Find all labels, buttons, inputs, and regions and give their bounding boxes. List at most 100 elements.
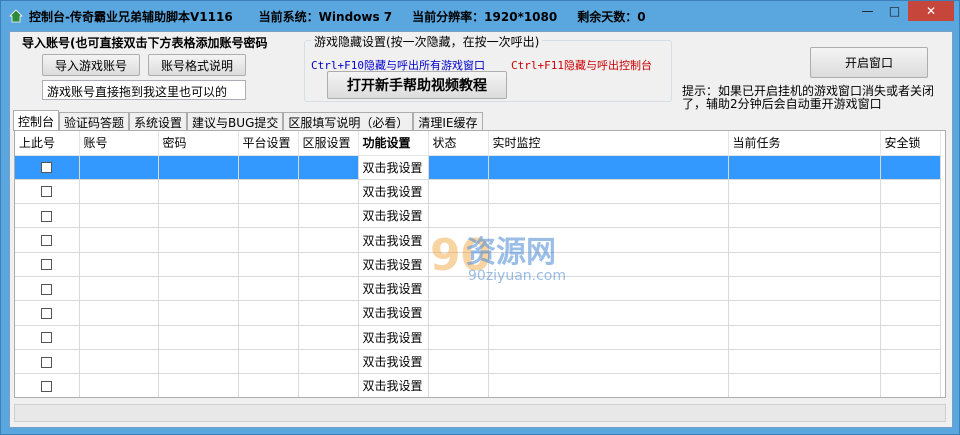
- table-cell[interactable]: [428, 227, 489, 253]
- row-select-cell[interactable]: [15, 300, 80, 326]
- table-cell[interactable]: [298, 252, 359, 277]
- row-select-cell[interactable]: [15, 179, 80, 205]
- function-setting-cell[interactable]: 双击我设置: [358, 349, 429, 375]
- table-cell[interactable]: [79, 349, 159, 375]
- table-cell[interactable]: [488, 325, 729, 350]
- table-cell[interactable]: [728, 325, 881, 350]
- table-cell[interactable]: [428, 252, 489, 277]
- table-cell[interactable]: [158, 373, 239, 397]
- table-cell[interactable]: [298, 276, 359, 302]
- table-cell[interactable]: [158, 325, 239, 350]
- table-row[interactable]: 双击我设置: [15, 227, 941, 253]
- tab-system-settings[interactable]: 系统设置: [129, 112, 188, 131]
- close-button[interactable]: ✕: [908, 1, 954, 21]
- col-header-platform[interactable]: 平台设置: [238, 131, 299, 156]
- row-checkbox[interactable]: [41, 210, 53, 222]
- table-cell[interactable]: [728, 179, 881, 205]
- row-checkbox[interactable]: [41, 307, 53, 319]
- table-cell[interactable]: [79, 276, 159, 302]
- row-select-cell[interactable]: [15, 252, 80, 277]
- row-select-cell[interactable]: [15, 227, 80, 253]
- table-cell[interactable]: [488, 373, 729, 397]
- table-cell[interactable]: [298, 325, 359, 350]
- table-cell[interactable]: [158, 227, 239, 253]
- table-cell[interactable]: [428, 325, 489, 350]
- table-cell[interactable]: [238, 203, 299, 229]
- col-header-password[interactable]: 密码: [158, 131, 239, 156]
- function-setting-cell[interactable]: 双击我设置: [358, 325, 429, 350]
- table-cell[interactable]: [880, 349, 941, 375]
- table-cell[interactable]: [238, 300, 299, 326]
- function-setting-cell[interactable]: 双击我设置: [358, 179, 429, 205]
- table-cell[interactable]: [79, 252, 159, 277]
- table-cell[interactable]: [158, 349, 239, 375]
- table-row[interactable]: 双击我设置: [15, 373, 941, 397]
- col-header-status[interactable]: 状态: [428, 131, 489, 156]
- col-header-task[interactable]: 当前任务: [728, 131, 881, 156]
- table-cell[interactable]: [158, 300, 239, 326]
- function-setting-cell[interactable]: 双击我设置: [358, 203, 429, 229]
- table-row[interactable]: 双击我设置: [15, 325, 941, 350]
- table-cell[interactable]: [238, 349, 299, 375]
- col-header-function[interactable]: 功能设置: [358, 131, 429, 156]
- table-cell[interactable]: [880, 276, 941, 302]
- function-setting-cell[interactable]: 双击我设置: [358, 227, 429, 253]
- account-grid[interactable]: 上此号 账号 密码 平台设置 区服设置 功能设置 状态 实时监控 当前任务 安全…: [14, 130, 946, 398]
- drag-accounts-field[interactable]: 游戏账号直接拖到我这里也可以的: [42, 80, 246, 100]
- table-cell[interactable]: [880, 300, 941, 326]
- row-checkbox[interactable]: [41, 235, 53, 247]
- row-select-cell[interactable]: [15, 203, 80, 229]
- table-row[interactable]: 双击我设置: [15, 349, 941, 375]
- table-cell[interactable]: [428, 373, 489, 397]
- table-cell[interactable]: [79, 227, 159, 253]
- maximize-button[interactable]: □: [881, 1, 908, 21]
- table-cell[interactable]: [79, 373, 159, 397]
- table-cell[interactable]: [158, 179, 239, 205]
- minimize-button[interactable]: —: [854, 1, 881, 21]
- table-cell[interactable]: [880, 179, 941, 205]
- table-cell[interactable]: [158, 252, 239, 277]
- table-cell[interactable]: [298, 155, 359, 180]
- open-tutorial-button[interactable]: 打开新手帮助视频教程: [327, 71, 507, 99]
- row-checkbox[interactable]: [41, 186, 53, 198]
- table-cell[interactable]: [488, 227, 729, 253]
- table-cell[interactable]: [428, 179, 489, 205]
- table-cell[interactable]: [298, 373, 359, 397]
- row-select-cell[interactable]: [15, 349, 80, 375]
- row-checkbox[interactable]: [41, 162, 53, 174]
- row-select-cell[interactable]: [15, 276, 80, 302]
- table-cell[interactable]: [238, 325, 299, 350]
- table-cell[interactable]: [428, 203, 489, 229]
- table-cell[interactable]: [238, 252, 299, 277]
- table-cell[interactable]: [488, 155, 729, 180]
- table-cell[interactable]: [488, 203, 729, 229]
- tab-console[interactable]: 控制台: [13, 110, 60, 131]
- row-checkbox[interactable]: [41, 380, 53, 392]
- row-select-cell[interactable]: [15, 155, 80, 180]
- tab-captcha[interactable]: 验证码答题: [59, 112, 130, 131]
- row-select-cell[interactable]: [15, 325, 80, 350]
- row-checkbox[interactable]: [41, 283, 53, 295]
- table-cell[interactable]: [298, 203, 359, 229]
- table-cell[interactable]: [728, 155, 881, 180]
- table-cell[interactable]: [728, 300, 881, 326]
- table-cell[interactable]: [238, 276, 299, 302]
- function-setting-cell[interactable]: 双击我设置: [358, 276, 429, 302]
- table-cell[interactable]: [158, 276, 239, 302]
- table-cell[interactable]: [728, 227, 881, 253]
- col-header-account[interactable]: 账号: [79, 131, 159, 156]
- table-cell[interactable]: [158, 203, 239, 229]
- table-cell[interactable]: [728, 203, 881, 229]
- row-checkbox[interactable]: [41, 259, 53, 271]
- row-checkbox[interactable]: [41, 356, 53, 368]
- table-cell[interactable]: [158, 155, 239, 180]
- table-cell[interactable]: [880, 373, 941, 397]
- table-cell[interactable]: [79, 325, 159, 350]
- account-format-button[interactable]: 账号格式说明: [148, 54, 246, 76]
- table-cell[interactable]: [880, 155, 941, 180]
- table-row[interactable]: 双击我设置: [15, 252, 941, 277]
- table-row[interactable]: 双击我设置: [15, 203, 941, 229]
- table-row[interactable]: 双击我设置: [15, 155, 941, 180]
- table-cell[interactable]: [428, 155, 489, 180]
- col-header-server[interactable]: 区服设置: [298, 131, 359, 156]
